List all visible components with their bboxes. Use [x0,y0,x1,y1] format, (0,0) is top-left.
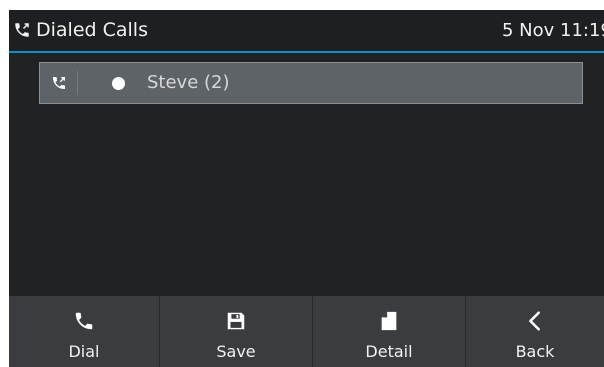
title-bar: Dialed Calls 5 Nov 11:19 [9,10,604,51]
back-button-label: Back [515,342,555,361]
floppy-disk-icon [227,312,245,330]
dial-button[interactable]: Dial [9,296,159,367]
dial-button-label: Dial [68,342,100,361]
list-item[interactable]: Steve (2) [39,62,583,104]
row-separator [77,71,78,95]
chevron-left-icon [529,311,540,331]
page-title: Dialed Calls [36,19,148,41]
phone-screen: Dialed Calls 5 Nov 11:19 Steve (2) Dial [9,10,604,367]
phone-icon [75,312,93,330]
list-item-label: Steve (2) [147,72,230,93]
header-divider [9,51,604,53]
document-icon [381,311,397,331]
detail-button-label: Detail [365,342,413,361]
back-button[interactable]: Back [466,296,604,367]
dialed-call-icon [15,23,29,37]
softkey-bar: Dial Save Detail Back [9,296,604,367]
save-button[interactable]: Save [160,296,312,367]
date-time: 5 Nov 11:19 [502,20,604,41]
detail-button[interactable]: Detail [313,296,465,367]
white-dot-icon [112,77,125,90]
save-button-label: Save [216,342,256,361]
dialed-call-icon [53,77,65,89]
